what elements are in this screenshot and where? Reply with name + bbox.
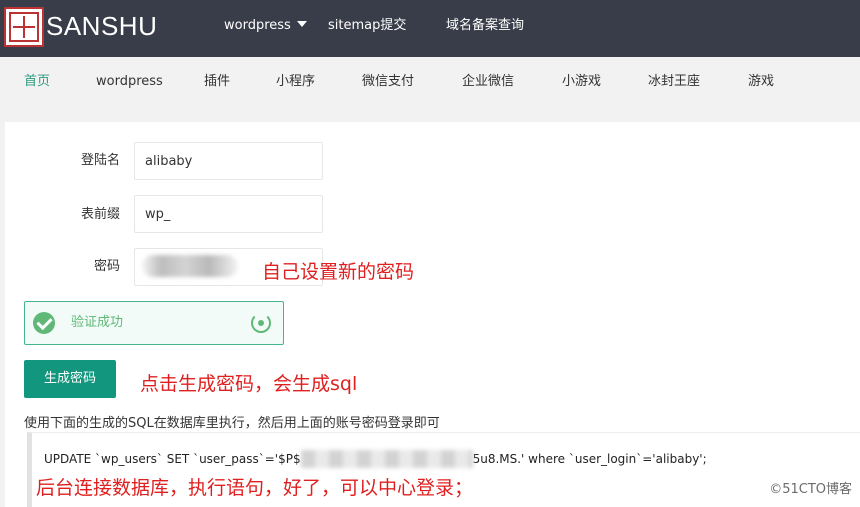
topnav-item-sitemap[interactable]: sitemap提交	[328, 16, 406, 36]
verify-status-text: 验证成功	[71, 315, 124, 330]
seal-icon	[9, 12, 39, 42]
password-annotation: 自己设置新的密码	[262, 261, 415, 283]
subnav-item-mini-games[interactable]: 小游戏	[562, 72, 601, 92]
watermark: ©51CTO博客	[769, 482, 852, 497]
subnav-item-plugins[interactable]: 插件	[204, 72, 230, 92]
login-label: 登陆名	[80, 153, 120, 168]
topnav-item-icp-lookup[interactable]: 域名备案查询	[446, 16, 524, 36]
login-name-input[interactable]	[134, 142, 323, 180]
subnav-item-enterprise-wechat[interactable]: 企业微信	[462, 72, 514, 92]
subnav-item-home[interactable]: 首页	[24, 72, 50, 92]
instruction-text: 使用下面的生成的SQL在数据库里执行，然后用上面的账号密码登录即可	[24, 416, 440, 431]
refresh-icon[interactable]	[251, 313, 271, 333]
subnav-item-games[interactable]: 游戏	[748, 72, 774, 92]
sql-statement[interactable]: UPDATE `wp_users` SET `user_pass`='$P$ 5u…	[44, 450, 707, 468]
blurred-password-value	[142, 255, 238, 277]
database-annotation: 后台连接数据库，执行语句，好了，可以中心登录；	[36, 477, 474, 499]
chevron-down-icon	[296, 21, 307, 27]
check-circle-icon	[33, 312, 55, 334]
subnav-item-frozen-throne[interactable]: 冰封王座	[648, 72, 700, 92]
table-prefix-input[interactable]	[134, 195, 323, 233]
sql-suffix: 5u8.MS.' where `user_login`='alibaby';	[472, 452, 707, 466]
subnav-item-wordpress[interactable]: wordpress	[96, 72, 163, 92]
logo-icon[interactable]	[4, 7, 44, 47]
brand-name[interactable]: SANSHU	[46, 10, 157, 42]
topnav-item-wordpress[interactable]: wordpress	[224, 16, 307, 36]
captcha-verify-box[interactable]: 验证成功	[24, 301, 284, 345]
topnav-item-label: wordpress	[224, 18, 291, 33]
table-prefix-label: 表前缀	[80, 207, 120, 222]
blurred-hash	[300, 450, 473, 468]
password-label: 密码	[93, 259, 120, 274]
button-annotation: 点击生成密码，会生成sql	[140, 373, 358, 395]
subnav-item-mini-program[interactable]: 小程序	[276, 72, 315, 92]
top-navigation-bar: SANSHU wordpress sitemap提交 域名备案查询	[0, 0, 860, 57]
subnav-item-wechat-pay[interactable]: 微信支付	[362, 72, 414, 92]
sub-navigation-bar: 首页 wordpress 插件 小程序 微信支付 企业微信 小游戏 冰封王座 游…	[0, 57, 860, 107]
sql-prefix: UPDATE `wp_users` SET `user_pass`='$P$	[44, 452, 301, 466]
generate-password-button[interactable]: 生成密码	[24, 360, 116, 398]
